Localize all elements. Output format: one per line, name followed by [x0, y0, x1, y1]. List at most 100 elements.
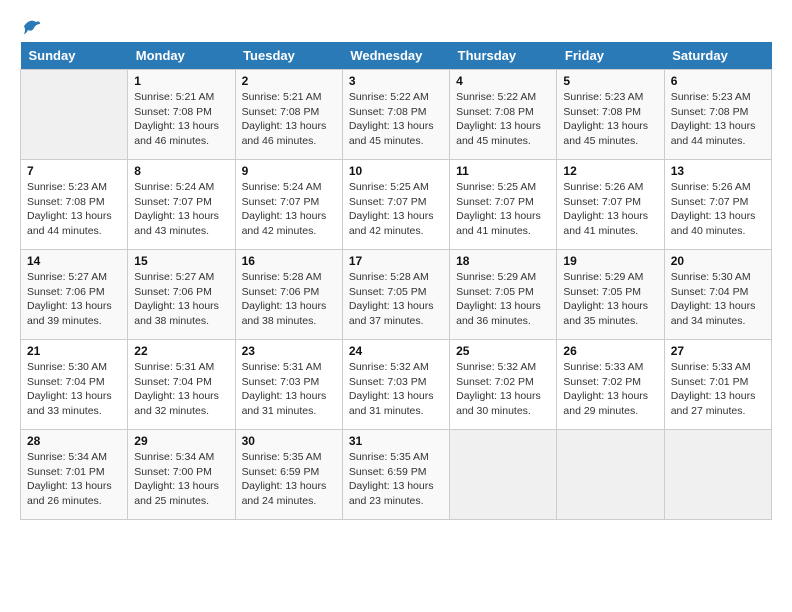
calendar-cell: 9Sunrise: 5:24 AMSunset: 7:07 PMDaylight… [235, 160, 342, 250]
day-info: Sunrise: 5:28 AMSunset: 7:06 PMDaylight:… [242, 270, 336, 329]
calendar-header-tuesday: Tuesday [235, 42, 342, 70]
calendar-cell [21, 70, 128, 160]
day-info: Sunrise: 5:27 AMSunset: 7:06 PMDaylight:… [134, 270, 228, 329]
day-number: 16 [242, 254, 336, 268]
day-info: Sunrise: 5:35 AMSunset: 6:59 PMDaylight:… [242, 450, 336, 509]
day-number: 24 [349, 344, 443, 358]
calendar-week-4: 21 Sunrise: 5:30 AMSunset: 7:04 PMDayligh… [21, 340, 772, 430]
calendar-cell: 3 Sunrise: 5:22 AMSunset: 7:08 PMDaylight… [342, 70, 449, 160]
day-info: Sunrise: 5:30 AMSunset: 7:04 PMDaylight:… [671, 270, 765, 329]
day-info: Sunrise: 5:31 AMSunset: 7:03 PMDaylight:… [242, 360, 336, 419]
calendar-header-sunday: Sunday [21, 42, 128, 70]
day-info: Sunrise: 5:34 AMSunset: 7:00 PMDaylight:… [134, 450, 228, 509]
calendar-cell: 18 Sunrise: 5:29 AMSunset: 7:05 PMDayligh… [450, 250, 557, 340]
day-info: Sunrise: 5:21 AMSunset: 7:08 PMDaylight:… [242, 90, 336, 149]
calendar-cell: 16 Sunrise: 5:28 AMSunset: 7:06 PMDayligh… [235, 250, 342, 340]
day-number: 14 [27, 254, 121, 268]
calendar-header-wednesday: Wednesday [342, 42, 449, 70]
day-info: Sunrise: 5:22 AMSunset: 7:08 PMDaylight:… [349, 90, 443, 149]
calendar-cell: 29 Sunrise: 5:34 AMSunset: 7:00 PMDayligh… [128, 430, 235, 520]
calendar-week-3: 14 Sunrise: 5:27 AMSunset: 7:06 PMDayligh… [21, 250, 772, 340]
day-number: 23 [242, 344, 336, 358]
day-number: 4 [456, 74, 550, 88]
calendar-cell: 1 Sunrise: 5:21 AMSunset: 7:08 PMDaylight… [128, 70, 235, 160]
calendar-cell: 19 Sunrise: 5:29 AMSunset: 7:05 PMDayligh… [557, 250, 664, 340]
day-number: 26 [563, 344, 657, 358]
calendar-cell: 5 Sunrise: 5:23 AMSunset: 7:08 PMDaylight… [557, 70, 664, 160]
calendar-cell: 22 Sunrise: 5:31 AMSunset: 7:04 PMDayligh… [128, 340, 235, 430]
day-number: 10 [349, 164, 443, 178]
calendar-cell: 31Sunrise: 5:35 AMSunset: 6:59 PMDayligh… [342, 430, 449, 520]
day-number: 8 [134, 164, 228, 178]
day-number: 15 [134, 254, 228, 268]
logo [20, 20, 42, 32]
calendar-header-monday: Monday [128, 42, 235, 70]
calendar-cell: 4 Sunrise: 5:22 AMSunset: 7:08 PMDaylight… [450, 70, 557, 160]
calendar-cell: 30 Sunrise: 5:35 AMSunset: 6:59 PMDayligh… [235, 430, 342, 520]
calendar-cell: 28 Sunrise: 5:34 AMSunset: 7:01 PMDayligh… [21, 430, 128, 520]
calendar-cell: 23 Sunrise: 5:31 AMSunset: 7:03 PMDayligh… [235, 340, 342, 430]
calendar-week-1: 1 Sunrise: 5:21 AMSunset: 7:08 PMDaylight… [21, 70, 772, 160]
day-number: 1 [134, 74, 228, 88]
calendar-body: 1 Sunrise: 5:21 AMSunset: 7:08 PMDaylight… [21, 70, 772, 520]
day-info: Sunrise: 5:26 AMSunset: 7:07 PMDaylight:… [671, 180, 765, 239]
day-number: 6 [671, 74, 765, 88]
day-number: 28 [27, 434, 121, 448]
day-number: 20 [671, 254, 765, 268]
day-info: Sunrise: 5:32 AMSunset: 7:02 PMDaylight:… [456, 360, 550, 419]
calendar-cell: 24 Sunrise: 5:32 AMSunset: 7:03 PMDayligh… [342, 340, 449, 430]
day-number: 3 [349, 74, 443, 88]
day-info: Sunrise: 5:27 AMSunset: 7:06 PMDaylight:… [27, 270, 121, 329]
calendar-cell: 20 Sunrise: 5:30 AMSunset: 7:04 PMDayligh… [664, 250, 771, 340]
day-info: Sunrise: 5:22 AMSunset: 7:08 PMDaylight:… [456, 90, 550, 149]
day-info: Sunrise: 5:31 AMSunset: 7:04 PMDaylight:… [134, 360, 228, 419]
day-info: Sunrise: 5:32 AMSunset: 7:03 PMDaylight:… [349, 360, 443, 419]
day-info: Sunrise: 5:35 AMSunset: 6:59 PMDaylight:… [349, 450, 443, 509]
calendar-cell: 15 Sunrise: 5:27 AMSunset: 7:06 PMDayligh… [128, 250, 235, 340]
calendar-cell: 27Sunrise: 5:33 AMSunset: 7:01 PMDayligh… [664, 340, 771, 430]
day-number: 30 [242, 434, 336, 448]
day-number: 11 [456, 164, 550, 178]
calendar-cell [664, 430, 771, 520]
day-number: 22 [134, 344, 228, 358]
calendar-cell: 21 Sunrise: 5:30 AMSunset: 7:04 PMDayligh… [21, 340, 128, 430]
calendar-cell: 17 Sunrise: 5:28 AMSunset: 7:05 PMDayligh… [342, 250, 449, 340]
calendar-table: SundayMondayTuesdayWednesdayThursdayFrid… [20, 42, 772, 520]
page-header [20, 20, 772, 32]
calendar-cell: 7 Sunrise: 5:23 AMSunset: 7:08 PMDaylight… [21, 160, 128, 250]
calendar-cell: 6 Sunrise: 5:23 AMSunset: 7:08 PMDaylight… [664, 70, 771, 160]
calendar-cell: 10Sunrise: 5:25 AMSunset: 7:07 PMDayligh… [342, 160, 449, 250]
day-number: 17 [349, 254, 443, 268]
calendar-week-5: 28 Sunrise: 5:34 AMSunset: 7:01 PMDayligh… [21, 430, 772, 520]
day-info: Sunrise: 5:29 AMSunset: 7:05 PMDaylight:… [563, 270, 657, 329]
day-number: 19 [563, 254, 657, 268]
day-number: 27 [671, 344, 765, 358]
day-info: Sunrise: 5:24 AMSunset: 7:07 PMDaylight:… [242, 180, 336, 239]
day-info: Sunrise: 5:23 AMSunset: 7:08 PMDaylight:… [563, 90, 657, 149]
day-info: Sunrise: 5:33 AMSunset: 7:02 PMDaylight:… [563, 360, 657, 419]
day-number: 25 [456, 344, 550, 358]
day-info: Sunrise: 5:21 AMSunset: 7:08 PMDaylight:… [134, 90, 228, 149]
day-number: 12 [563, 164, 657, 178]
day-info: Sunrise: 5:23 AMSunset: 7:08 PMDaylight:… [671, 90, 765, 149]
calendar-cell [557, 430, 664, 520]
day-info: Sunrise: 5:29 AMSunset: 7:05 PMDaylight:… [456, 270, 550, 329]
calendar-cell: 14 Sunrise: 5:27 AMSunset: 7:06 PMDayligh… [21, 250, 128, 340]
day-info: Sunrise: 5:28 AMSunset: 7:05 PMDaylight:… [349, 270, 443, 329]
calendar-week-2: 7 Sunrise: 5:23 AMSunset: 7:08 PMDaylight… [21, 160, 772, 250]
day-info: Sunrise: 5:34 AMSunset: 7:01 PMDaylight:… [27, 450, 121, 509]
day-info: Sunrise: 5:30 AMSunset: 7:04 PMDaylight:… [27, 360, 121, 419]
day-number: 21 [27, 344, 121, 358]
day-number: 7 [27, 164, 121, 178]
day-number: 29 [134, 434, 228, 448]
calendar-cell: 12Sunrise: 5:26 AMSunset: 7:07 PMDayligh… [557, 160, 664, 250]
calendar-header-friday: Friday [557, 42, 664, 70]
day-info: Sunrise: 5:23 AMSunset: 7:08 PMDaylight:… [27, 180, 121, 239]
day-number: 13 [671, 164, 765, 178]
calendar-cell: 25 Sunrise: 5:32 AMSunset: 7:02 PMDayligh… [450, 340, 557, 430]
day-number: 18 [456, 254, 550, 268]
calendar-header-thursday: Thursday [450, 42, 557, 70]
calendar-cell: 2Sunrise: 5:21 AMSunset: 7:08 PMDaylight… [235, 70, 342, 160]
logo-bird-icon [22, 16, 42, 36]
day-number: 5 [563, 74, 657, 88]
